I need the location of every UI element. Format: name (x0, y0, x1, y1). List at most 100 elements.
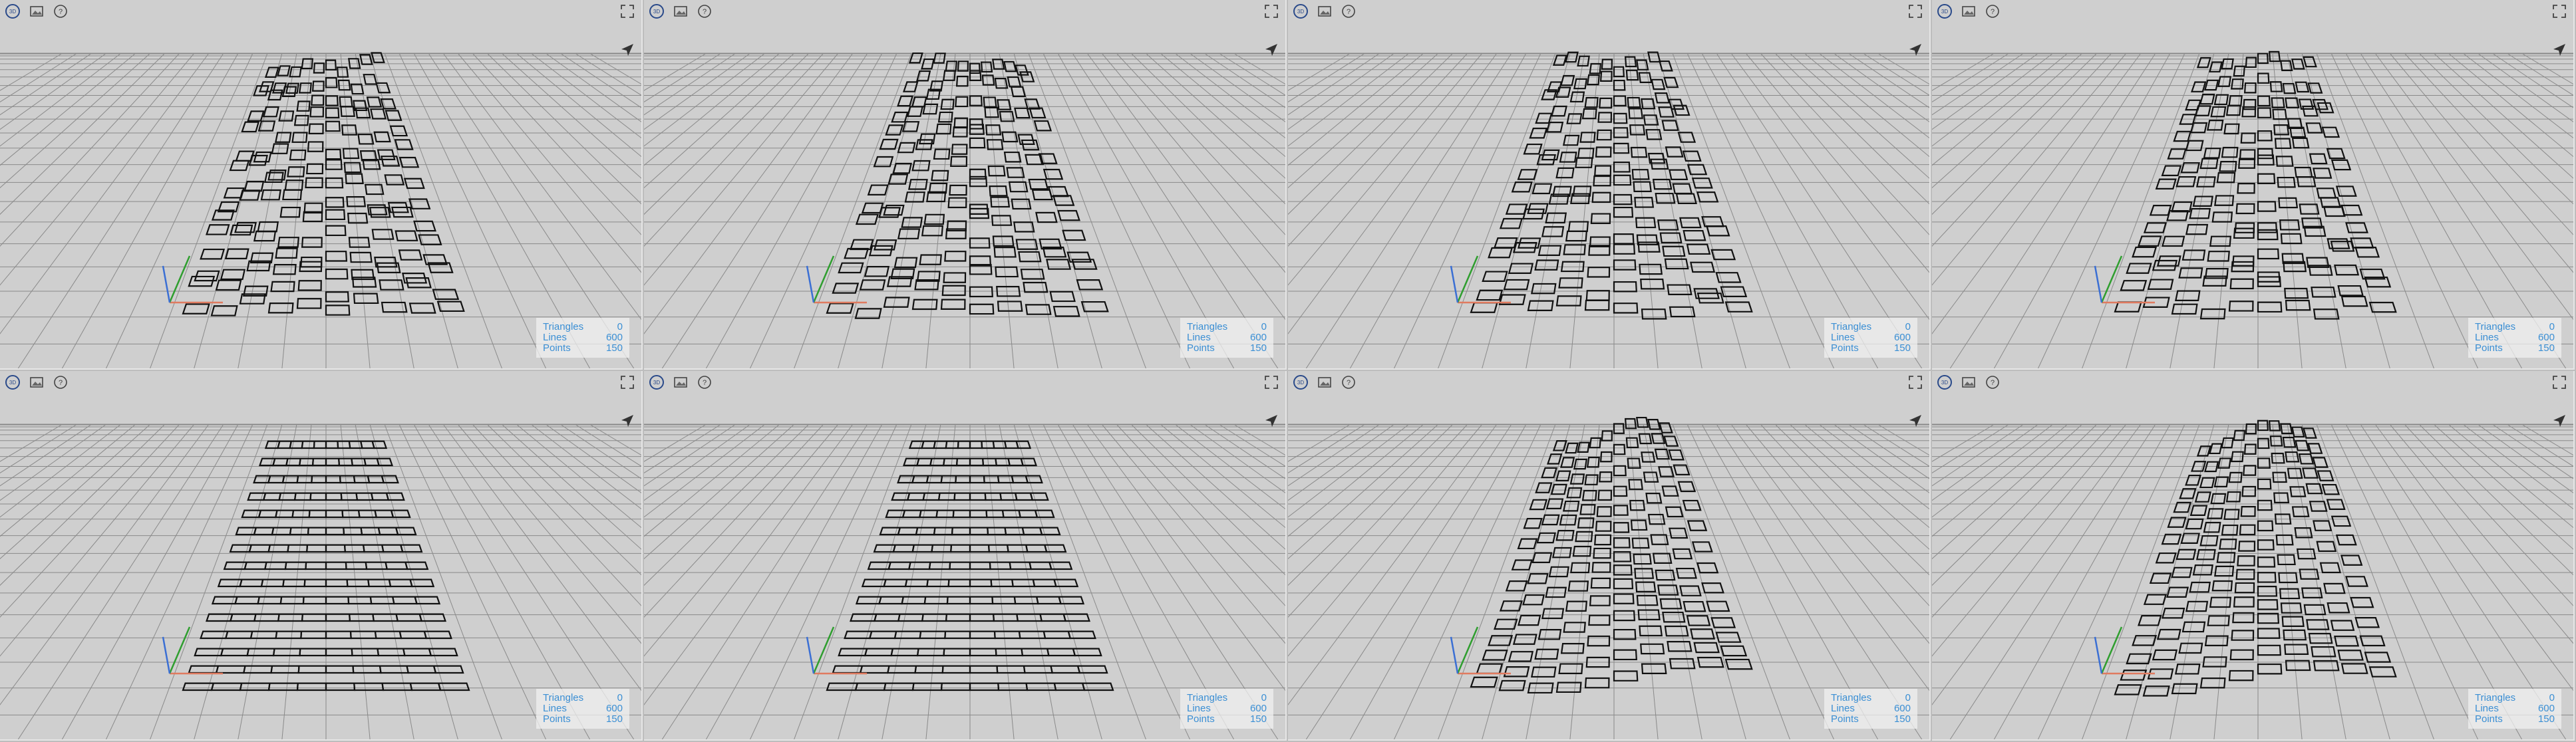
navigation-arrow-icon[interactable] (619, 41, 636, 59)
mesh-cell (969, 237, 991, 249)
image-icon[interactable] (672, 374, 689, 391)
mesh-cell (325, 527, 345, 536)
viewport-v5[interactable]: 3D ? Triangles 0 Lines 600 Points 150 (0, 371, 643, 741)
mesh-cell (200, 248, 226, 260)
navigation-arrow-icon[interactable] (1263, 412, 1280, 430)
mesh-cell (937, 111, 953, 123)
image-icon[interactable] (1960, 3, 1977, 20)
expand-icon[interactable] (619, 374, 636, 391)
viewport-v2[interactable]: 3D ? Triangles 0 Lines 600 Points 150 (644, 0, 1287, 370)
mesh-cell (277, 65, 291, 76)
mesh-cell (1470, 302, 1498, 313)
expand-icon[interactable] (619, 3, 636, 20)
mesh-cell (883, 297, 910, 308)
help-icon[interactable]: ? (1340, 3, 1357, 20)
mesh-cell (1663, 435, 1679, 447)
mesh-cell (2189, 207, 2211, 219)
navigation-arrow-icon[interactable] (2551, 412, 2568, 430)
3d-view-icon[interactable]: 3D (4, 3, 21, 20)
mesh-cell (1696, 191, 1719, 203)
mesh-cell (2155, 178, 2177, 190)
scene-canvas[interactable] (644, 0, 1287, 370)
mesh-cell (2213, 94, 2229, 106)
stat-value: 150 (1249, 342, 1267, 354)
mesh-cell (1665, 146, 1684, 158)
mesh-cell (325, 475, 341, 484)
scene-canvas[interactable] (1288, 371, 1931, 741)
render-stats-panel: Triangles 0 Lines 600 Points 150 (536, 318, 629, 358)
mesh-cell (235, 150, 255, 162)
expand-icon[interactable] (1907, 374, 1924, 391)
help-icon[interactable]: ? (52, 3, 69, 20)
mesh-cell (348, 237, 371, 248)
expand-icon[interactable] (1263, 374, 1280, 391)
expand-icon[interactable] (2551, 374, 2568, 391)
mesh-cell (937, 492, 956, 501)
mesh-cell (1669, 658, 1696, 670)
3d-view-icon[interactable]: 3D (1936, 374, 1953, 391)
mesh-cell (1530, 666, 1557, 678)
3d-view-icon[interactable]: 3D (1292, 374, 1309, 391)
3d-view-icon[interactable]: 3D (1936, 3, 1953, 20)
help-icon[interactable]: ? (696, 3, 713, 20)
mesh-cell (1628, 108, 1643, 119)
image-icon[interactable] (28, 3, 45, 20)
viewport-v1[interactable]: 3D ? Triangles 0 Lines 600 Points 150 (0, 0, 643, 370)
mesh-cell (1579, 132, 1596, 143)
expand-icon[interactable] (1907, 3, 1924, 20)
navigation-arrow-icon[interactable] (1263, 41, 1280, 59)
help-icon[interactable]: ? (1984, 374, 2001, 391)
image-icon[interactable] (28, 374, 45, 391)
expand-icon[interactable] (1263, 3, 1280, 20)
mesh-cell (2209, 596, 2231, 608)
svg-text:?: ? (59, 379, 63, 387)
scene-canvas[interactable] (0, 371, 643, 741)
scene-canvas[interactable] (0, 0, 643, 370)
mesh-cell (995, 266, 1019, 278)
3d-view-icon[interactable]: 3D (648, 3, 665, 20)
navigation-arrow-icon[interactable] (619, 412, 636, 430)
mesh-cell (989, 186, 1008, 197)
image-icon[interactable] (1316, 3, 1333, 20)
mesh-cell (325, 305, 351, 316)
mesh-cell (2323, 582, 2346, 594)
mesh-cell (2305, 122, 2323, 134)
navigation-arrow-icon[interactable] (1907, 41, 1924, 59)
image-icon[interactable] (672, 3, 689, 20)
navigation-arrow-icon[interactable] (2551, 41, 2568, 59)
3d-view-icon[interactable]: 3D (648, 374, 665, 391)
viewport-v3[interactable]: 3D ? Triangles 0 Lines 600 Points 150 (1288, 0, 1931, 370)
help-icon[interactable]: ? (52, 374, 69, 391)
viewport-v7[interactable]: 3D ? Triangles 0 Lines 600 Points 150 (1288, 371, 1931, 741)
scene-canvas[interactable] (1932, 371, 2575, 741)
mesh-cell (992, 235, 1015, 247)
help-icon[interactable]: ? (1984, 3, 2001, 20)
help-icon[interactable]: ? (1340, 374, 1357, 391)
scene-canvas[interactable] (1932, 0, 2575, 370)
image-icon[interactable] (1316, 374, 1333, 391)
scene-canvas[interactable] (644, 371, 1287, 741)
scene-canvas[interactable] (1288, 0, 1931, 370)
expand-icon[interactable] (2551, 3, 2568, 20)
mesh-cell (2228, 301, 2254, 312)
mesh-cell (991, 215, 1013, 226)
mesh-cell (313, 62, 325, 74)
stat-value: 0 (1261, 692, 1267, 703)
viewport-v4[interactable]: 3D ? Triangles 0 Lines 600 Points 150 (1932, 0, 2575, 370)
viewport-v6[interactable]: 3D ? Triangles 0 Lines 600 Points 150 (644, 371, 1287, 741)
mesh-cell (2138, 235, 2162, 247)
mesh-cell (1613, 564, 1633, 576)
3d-view-icon[interactable]: 3D (1292, 3, 1309, 20)
help-icon[interactable]: ? (696, 374, 713, 391)
viewport-v8[interactable]: 3D ? Triangles 0 Lines 600 Points 150 (1932, 371, 2575, 741)
mesh-cell (911, 160, 931, 172)
mesh-cell (1693, 642, 1720, 654)
mesh-cell (2203, 79, 2219, 91)
mesh-cell (919, 630, 947, 640)
image-icon[interactable] (1960, 374, 1977, 391)
mesh-cell (1597, 112, 1613, 123)
mesh-cell (342, 148, 360, 160)
3d-view-icon[interactable]: 3D (4, 374, 21, 391)
mesh-cell (2279, 219, 2301, 231)
navigation-arrow-icon[interactable] (1907, 412, 1924, 430)
